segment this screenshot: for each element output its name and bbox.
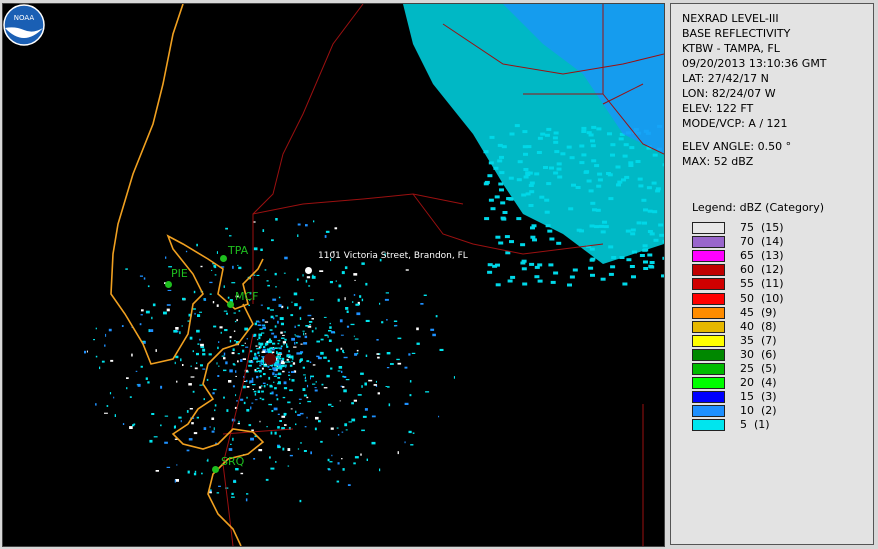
tpa-marker bbox=[220, 255, 227, 262]
legend-label: 30 (6) bbox=[740, 347, 777, 361]
srq-label: SRQ bbox=[221, 455, 245, 468]
legend-swatch bbox=[692, 419, 725, 432]
pie-label: PIE bbox=[171, 267, 188, 280]
legend-label: 70 (14) bbox=[740, 235, 784, 249]
legend-label: 75 (15) bbox=[740, 221, 784, 234]
srq-marker bbox=[212, 466, 219, 473]
scan-mode: MODE/VCP: A / 121 bbox=[682, 117, 788, 130]
legend-swatch bbox=[692, 278, 725, 291]
product-name: NEXRAD LEVEL-III bbox=[682, 12, 779, 25]
info-panel: NEXRAD LEVEL-III BASE REFLECTIVITY KTBW … bbox=[670, 3, 874, 545]
legend-label: 10 (2) bbox=[740, 404, 777, 418]
station-elev: ELEV: 122 FT bbox=[682, 102, 754, 115]
legend-label: 5 (1) bbox=[740, 418, 770, 432]
legend-label: 60 (12) bbox=[740, 263, 784, 277]
legend-swatch bbox=[692, 377, 725, 390]
legend-swatch bbox=[692, 236, 725, 249]
legend-swatch bbox=[692, 306, 725, 319]
station-name: KTBW - TAMPA, FL bbox=[682, 42, 780, 55]
radar-site-marker bbox=[264, 353, 276, 365]
elev-angle: ELEV ANGLE: 0.50 ° bbox=[682, 140, 792, 153]
legend-label: 35 (7) bbox=[740, 333, 777, 347]
legend-swatch bbox=[692, 250, 725, 263]
map-canvas bbox=[84, 4, 664, 546]
legend-swatch bbox=[692, 405, 725, 418]
legend-label: 20 (4) bbox=[740, 376, 777, 390]
mcf-marker bbox=[227, 301, 234, 308]
station-lat: LAT: 27/42/17 N bbox=[682, 72, 769, 85]
product-type: BASE REFLECTIVITY bbox=[682, 27, 791, 40]
legend-swatch bbox=[692, 363, 725, 375]
legend-label: 25 (5) bbox=[740, 362, 777, 375]
address-marker[interactable] bbox=[304, 266, 313, 275]
radar-map[interactable]: TPA PIE MCF SRQ 1101 Victoria Street, Br… bbox=[2, 3, 665, 547]
noaa-logo-text: NOAA bbox=[14, 14, 35, 22]
legend-swatch bbox=[692, 334, 725, 347]
address-label: 1101 Victoria Street, Brandon, FL bbox=[318, 251, 468, 261]
legend-label: 50 (10) bbox=[740, 291, 784, 305]
legend-label: 40 (8) bbox=[740, 319, 777, 333]
legend-label: 65 (13) bbox=[740, 249, 784, 263]
mcf-label: MCF bbox=[235, 290, 259, 303]
tpa-label: TPA bbox=[228, 244, 249, 257]
max-reflectivity: MAX: 52 dBZ bbox=[682, 155, 754, 168]
legend-swatch bbox=[692, 264, 725, 277]
legend-label: 55 (11) bbox=[740, 277, 784, 291]
legend-swatch bbox=[692, 348, 725, 361]
legend-label: 45 (9) bbox=[740, 305, 777, 319]
legend-swatch bbox=[692, 222, 725, 234]
legend-swatch bbox=[692, 292, 725, 305]
legend-title: Legend: dBZ (Category) bbox=[692, 201, 824, 214]
pie-marker bbox=[165, 281, 172, 288]
legend-swatch bbox=[692, 320, 725, 333]
legend-label: 15 (3) bbox=[740, 390, 777, 404]
legend-swatch bbox=[692, 391, 725, 404]
noaa-logo-icon: NOAA bbox=[3, 4, 45, 46]
radar-viewer: TPA PIE MCF SRQ 1101 Victoria Street, Br… bbox=[0, 0, 878, 549]
scan-datetime: 09/20/2013 13:10:36 GMT bbox=[682, 57, 827, 70]
station-lon: LON: 82/24/07 W bbox=[682, 87, 776, 100]
